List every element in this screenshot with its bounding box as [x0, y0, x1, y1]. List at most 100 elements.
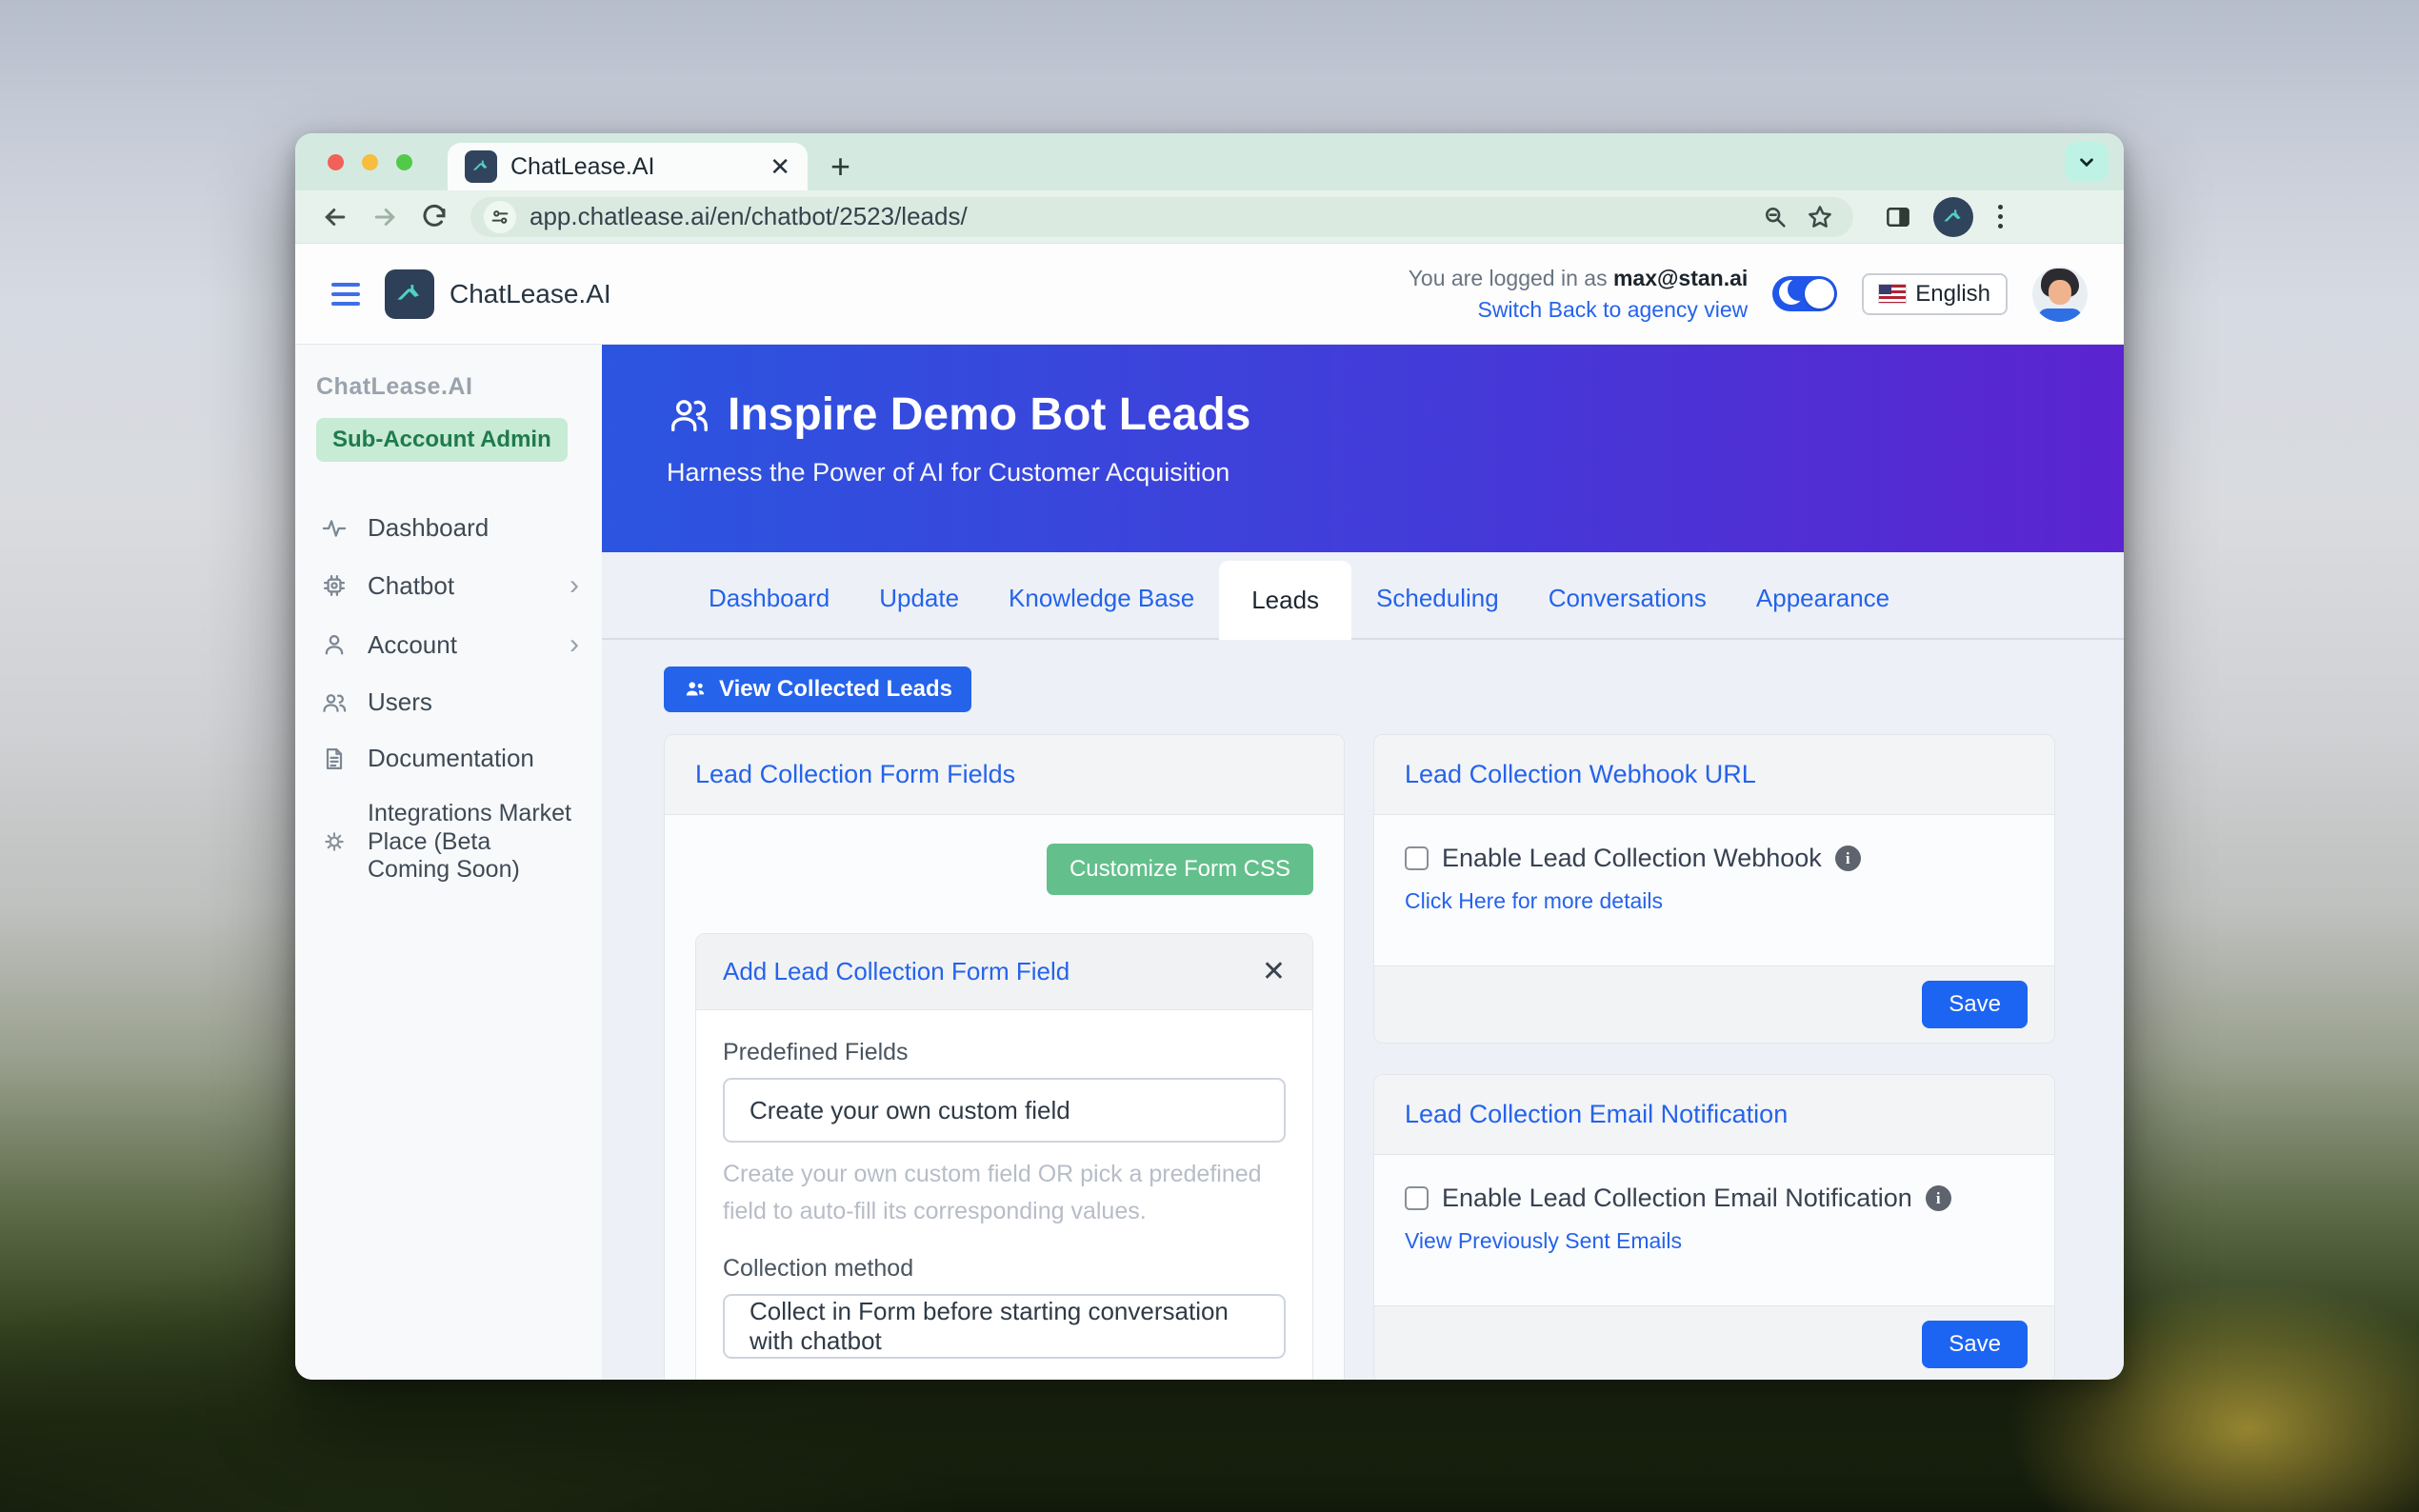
hamburger-menu-icon[interactable]: [331, 283, 360, 306]
app-header: ChatLease.AI You are logged in as max@st…: [295, 244, 2124, 345]
collection-method-select[interactable]: Collect in Form before starting conversa…: [723, 1294, 1286, 1359]
leads-users-icon: [667, 393, 710, 437]
login-info: You are logged in as max@stan.ai Switch …: [1409, 266, 1749, 323]
sidebar-item-label: Chatbot: [368, 571, 454, 601]
users-icon: [320, 689, 349, 716]
webhook-card-header: Lead Collection Webhook URL: [1374, 735, 2054, 815]
moon-icon: [1779, 280, 1804, 305]
info-icon[interactable]: i: [1835, 846, 1861, 871]
gear-icon: [320, 829, 349, 854]
add-form-field-panel: Add Lead Collection Form Field ✕ Predefi…: [695, 933, 1313, 1380]
tab-conversations[interactable]: Conversations: [1524, 559, 1731, 638]
reload-icon[interactable]: [413, 196, 455, 238]
sidebar-item-integrations[interactable]: Integrations Market Place (Beta Coming S…: [316, 786, 583, 898]
profile-icon[interactable]: [1933, 197, 1973, 237]
page-banner: Inspire Demo Bot Leads Harness the Power…: [602, 345, 2124, 552]
close-icon[interactable]: ✕: [1262, 958, 1286, 986]
sidebar-title: ChatLease.AI: [316, 373, 583, 401]
role-badge: Sub-Account Admin: [316, 418, 568, 462]
brand-name: ChatLease.AI: [450, 279, 611, 309]
tab-update[interactable]: Update: [854, 559, 984, 638]
logged-in-email: max@stan.ai: [1613, 266, 1748, 290]
email-save-button[interactable]: Save: [1922, 1321, 2028, 1368]
back-icon[interactable]: [314, 196, 356, 238]
dark-mode-toggle[interactable]: [1772, 276, 1837, 311]
language-label: English: [1915, 281, 1990, 308]
enable-email-notification-checkbox[interactable]: [1405, 1186, 1429, 1210]
us-flag-icon: [1879, 285, 1906, 303]
info-icon[interactable]: i: [1926, 1185, 1951, 1211]
sidebar-item-dashboard[interactable]: Dashboard: [316, 500, 583, 556]
enable-email-notification-label: Enable Lead Collection Email Notificatio…: [1442, 1184, 1912, 1213]
document-icon: [320, 746, 349, 772]
tab-leads[interactable]: Leads: [1219, 561, 1351, 640]
url-text[interactable]: app.chatlease.ai/en/chatbot/2523/leads/: [530, 202, 1749, 231]
chatlease-favicon-icon: [465, 150, 497, 183]
tab-dashboard[interactable]: Dashboard: [684, 559, 854, 638]
tab-scheduling[interactable]: Scheduling: [1351, 559, 1524, 638]
close-window-button[interactable]: [328, 154, 344, 170]
browser-toolbar: app.chatlease.ai/en/chatbot/2523/leads/: [295, 190, 2124, 244]
sidebar-item-account[interactable]: Account ›: [316, 615, 583, 674]
customize-form-css-button[interactable]: Customize Form CSS: [1047, 844, 1313, 895]
switch-agency-link[interactable]: Switch Back to agency view: [1409, 297, 1749, 323]
bookmark-star-icon[interactable]: [1806, 203, 1834, 231]
collection-method-help: Select the method used for collecting da…: [723, 1372, 1286, 1381]
tab-close-icon[interactable]: ✕: [770, 154, 790, 179]
window-chevron-icon[interactable]: [2065, 142, 2109, 182]
user-icon: [320, 631, 349, 658]
url-bar[interactable]: app.chatlease.ai/en/chatbot/2523/leads/: [470, 197, 1853, 237]
chevron-right-icon: ›: [570, 569, 579, 602]
predefined-fields-label: Predefined Fields: [723, 1039, 1286, 1066]
form-fields-card-header: Lead Collection Form Fields: [665, 735, 1344, 815]
add-form-field-title: Add Lead Collection Form Field: [723, 957, 1070, 986]
webhook-details-link[interactable]: Click Here for more details: [1405, 888, 1663, 914]
browser-tab[interactable]: ChatLease.AI ✕: [448, 143, 808, 190]
chip-icon: [320, 572, 349, 599]
email-notification-card: Lead Collection Email Notification Enabl…: [1373, 1074, 2055, 1380]
previously-sent-emails-link[interactable]: View Previously Sent Emails: [1405, 1228, 1682, 1254]
forward-icon[interactable]: [364, 196, 406, 238]
collection-method-label: Collection method: [723, 1255, 1286, 1283]
email-card-title: Lead Collection Email Notification: [1405, 1100, 1788, 1128]
predefined-fields-help: Create your own custom field OR pick a p…: [723, 1156, 1286, 1230]
sidebar: ChatLease.AI Sub-Account Admin Dashboard…: [295, 345, 602, 1380]
webhook-card: Lead Collection Webhook URL Enable Lead …: [1373, 734, 2055, 1044]
tab-knowledge-base[interactable]: Knowledge Base: [984, 559, 1219, 638]
zoom-out-icon[interactable]: [1762, 204, 1789, 230]
email-card-header: Lead Collection Email Notification: [1374, 1075, 2054, 1155]
browser-window: ChatLease.AI ✕ + app.chatle: [295, 133, 2124, 1380]
tab-panel-leads: View Collected Leads Lead Collection For…: [602, 640, 2124, 1380]
user-avatar[interactable]: [2032, 267, 2088, 322]
language-selector[interactable]: English: [1862, 273, 2008, 315]
main-content: Inspire Demo Bot Leads Harness the Power…: [602, 345, 2124, 1380]
tab-appearance[interactable]: Appearance: [1731, 559, 1914, 638]
chatlease-logo-icon[interactable]: [385, 269, 434, 319]
menu-kebab-icon[interactable]: [1994, 201, 2007, 232]
sidebar-item-label: Documentation: [368, 744, 534, 773]
view-collected-leads-button[interactable]: View Collected Leads: [664, 666, 971, 712]
logged-in-text: You are logged in as: [1409, 266, 1613, 290]
predefined-fields-select[interactable]: Create your own custom field: [723, 1078, 1286, 1143]
enable-webhook-label: Enable Lead Collection Webhook: [1442, 844, 1822, 873]
sidebar-item-label: Integrations Market Place (Beta Coming S…: [368, 800, 579, 885]
tab-title: ChatLease.AI: [510, 153, 756, 181]
webhook-save-button[interactable]: Save: [1922, 981, 2028, 1028]
sidebar-item-documentation[interactable]: Documentation: [316, 730, 583, 786]
form-fields-card-title: Lead Collection Form Fields: [695, 760, 1015, 788]
maximize-window-button[interactable]: [396, 154, 412, 170]
site-settings-icon[interactable]: [484, 201, 516, 233]
sidebar-item-label: Account: [368, 630, 457, 660]
minimize-window-button[interactable]: [362, 154, 378, 170]
side-panel-icon[interactable]: [1884, 203, 1912, 231]
page-subtitle: Harness the Power of AI for Customer Acq…: [667, 458, 2124, 487]
enable-webhook-checkbox[interactable]: [1405, 846, 1429, 870]
users-icon: [683, 677, 708, 702]
browser-tab-bar: ChatLease.AI ✕ +: [295, 133, 2124, 190]
webhook-card-title: Lead Collection Webhook URL: [1405, 760, 1756, 788]
new-tab-button[interactable]: +: [830, 147, 850, 187]
tab-strip: Dashboard Update Knowledge Base Leads Sc…: [602, 552, 2124, 640]
sidebar-item-users[interactable]: Users: [316, 674, 583, 730]
sidebar-item-chatbot[interactable]: Chatbot ›: [316, 556, 583, 615]
sidebar-item-label: Users: [368, 687, 432, 717]
